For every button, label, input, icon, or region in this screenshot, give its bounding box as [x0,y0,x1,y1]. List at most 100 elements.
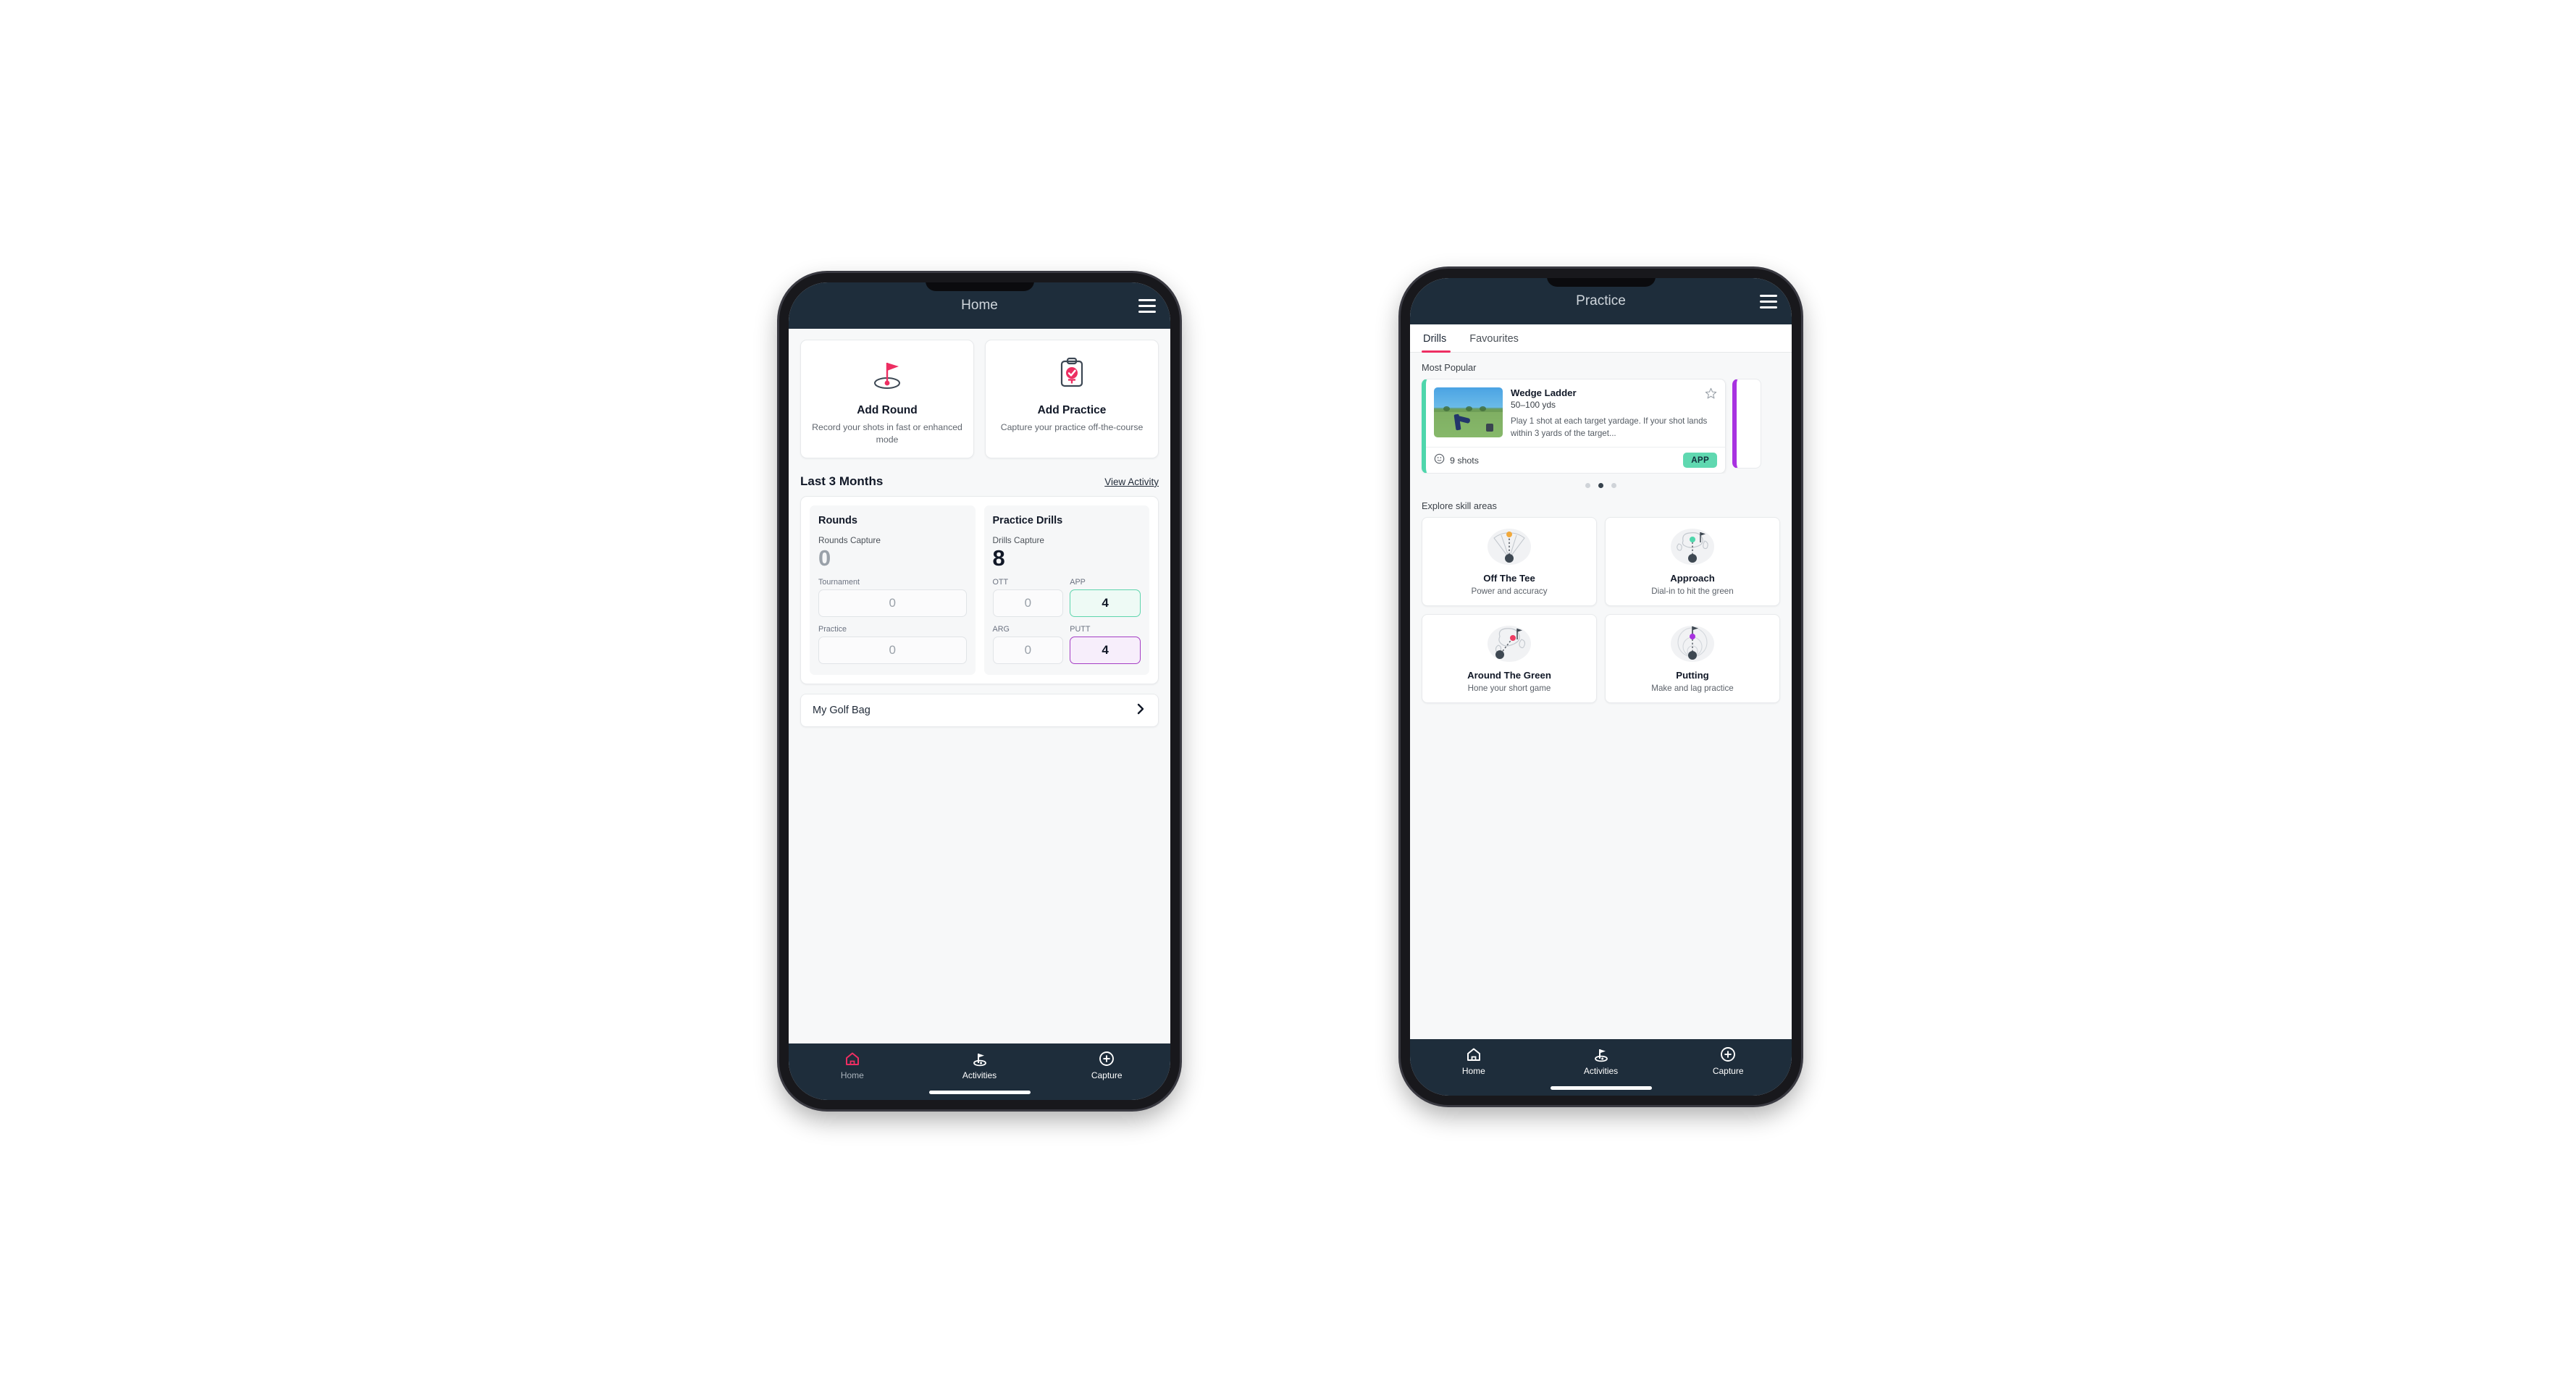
arg-label: ARG [992,625,1010,634]
canvas: Home Add Round Record your shots in fast… [0,0,2576,1386]
my-golf-bag-row[interactable]: My Golf Bag [800,694,1159,728]
carousel-dot-2[interactable] [1598,483,1603,489]
drill-thumbnail [1434,387,1503,437]
my-golf-bag-label: My Golf Bag [813,705,870,717]
golf-flag-icon [971,1051,989,1067]
tab-favourites[interactable]: Favourites [1458,324,1530,352]
skill-areas-grid: Off The Tee Power and accuracy Approach … [1410,517,1792,713]
drill-row-2: ARG 0 PUTT 4 [992,625,1141,665]
ott-label: OTT [992,578,1009,587]
skill-title: Off The Tee [1483,573,1535,584]
plus-circle-icon [1099,1051,1115,1067]
skill-card-approach[interactable]: Approach Dial-in to hit the green [1605,517,1780,607]
nav-item-home[interactable]: Home [789,1051,916,1080]
tab-drills[interactable]: Drills [1422,324,1458,353]
nav-item-capture[interactable]: Capture [1043,1051,1170,1080]
drill-category-badge: APP [1683,453,1717,469]
practice-value[interactable]: 0 [818,637,967,665]
carousel-dot-1[interactable] [1585,483,1590,489]
tournament-label: Tournament [818,578,860,587]
practice-content: Most Popular Wedge Ladder 50–100 yds Pla… [1410,353,1792,1039]
drill-range: 50–100 yds [1511,400,1556,410]
screen-practice: Practice Drills Favourites Most Popular [1410,278,1792,1096]
putt-label: PUTT [1070,625,1091,634]
notch [925,282,1034,291]
add-round-card[interactable]: Add Round Record your shots in fast or e… [800,340,974,458]
rounds-heading: Rounds [818,514,857,526]
hamburger-icon[interactable] [1138,298,1156,313]
add-round-title: Add Round [857,404,918,416]
rounds-capture-value: 0 [818,545,831,571]
home-indicator [928,1091,1031,1094]
clipboard-check-icon [1054,353,1090,394]
screen-home: Home Add Round Record your shots in fast… [789,282,1170,1100]
nav-label-activities: Activities [1583,1066,1619,1076]
bottom-nav-practice: Home Activities Capture [1410,1039,1792,1096]
explore-skill-areas-label: Explore skill areas [1422,500,1497,512]
plus-circle-icon [1720,1046,1736,1062]
drill-card-body: Wedge Ladder 50–100 yds Play 1 shot at e… [1426,379,1725,447]
skill-title: Around The Green [1467,670,1551,681]
carousel-dot-3[interactable] [1611,483,1616,489]
skill-title: Approach [1670,573,1715,584]
nav-label-home: Home [1461,1066,1485,1076]
clock-icon [1434,453,1445,468]
add-practice-card[interactable]: Add Practice Capture your practice off-t… [985,340,1159,458]
notch [1546,278,1656,287]
hamburger-icon[interactable] [1760,294,1777,308]
putt-field: PUTT 4 [1070,625,1141,665]
phone-practice: Practice Drills Favourites Most Popular [1401,269,1801,1105]
skill-title: Putting [1676,670,1709,681]
putt-value[interactable]: 4 [1070,637,1141,665]
practice-drills-column: Practice Drills Drills Capture 8 OTT 0 A… [983,505,1149,676]
drill-meta: Wedge Ladder 50–100 yds Play 1 shot at e… [1511,387,1717,440]
home-content: Add Round Record your shots in fast or e… [789,329,1170,1043]
app-value[interactable]: 4 [1070,589,1141,618]
nav-label-home: Home [840,1070,864,1080]
drill-card[interactable]: Wedge Ladder 50–100 yds Play 1 shot at e… [1422,379,1726,474]
quick-actions-row: Add Round Record your shots in fast or e… [789,329,1170,458]
skill-subtitle: Hone your short game [1467,684,1551,694]
carousel-dots [1410,474,1792,491]
drill-row-1: OTT 0 APP 4 [992,578,1141,618]
drill-carousel[interactable]: Wedge Ladder 50–100 yds Play 1 shot at e… [1410,379,1792,474]
arg-value[interactable]: 0 [992,637,1064,665]
ott-value[interactable]: 0 [992,589,1064,618]
phone-home: Home Add Round Record your shots in fast… [779,273,1180,1109]
view-activity-link[interactable]: View Activity [1104,476,1159,487]
skill-card-around-the-green[interactable]: Around The Green Hone your short game [1422,614,1597,704]
page-title: Practice [1576,293,1626,308]
nav-item-home[interactable]: Home [1410,1046,1537,1076]
nav-item-activities[interactable]: Activities [916,1051,1044,1080]
tournament-value[interactable]: 0 [818,589,967,618]
skill-card-off-the-tee[interactable]: Off The Tee Power and accuracy [1422,517,1597,607]
app-label: APP [1070,578,1086,587]
home-icon [1466,1046,1482,1062]
nav-item-capture[interactable]: Capture [1664,1046,1792,1076]
golf-flag-icon [1593,1046,1610,1062]
add-round-subtitle: Record your shots in fast or enhanced mo… [812,422,962,445]
most-popular-label: Most Popular [1422,362,1477,373]
tee-shot-fan-icon [1482,526,1536,568]
home-indicator [1550,1086,1652,1090]
last-3-months-header: Last 3 Months View Activity [789,458,1170,496]
approach-green-icon [1666,526,1719,568]
drill-card-footer: 9 shots APP [1426,447,1725,473]
drill-shots: 9 shots [1450,455,1479,466]
drill-title: Wedge Ladder [1511,387,1577,398]
drill-card-next-peek[interactable] [1732,379,1761,469]
putting-rings-icon [1666,623,1719,665]
chevron-right-icon [1135,702,1146,719]
nav-label-capture: Capture [1712,1066,1744,1076]
tab-bar: Drills Favourites [1410,324,1792,353]
drills-capture-value: 8 [992,545,1005,571]
skill-subtitle: Power and accuracy [1471,587,1548,597]
star-outline-icon[interactable] [1705,387,1717,403]
nav-label-activities: Activities [962,1070,997,1080]
practice-field: Practice 0 [818,625,967,665]
skill-card-putting[interactable]: Putting Make and lag practice [1605,614,1780,704]
rounds-capture-label: Rounds Capture [818,534,881,545]
golf-flag-icon [868,353,906,394]
nav-item-activities[interactable]: Activities [1537,1046,1665,1076]
stats-card: Rounds Rounds Capture 0 Tournament 0 Pra… [800,495,1159,685]
